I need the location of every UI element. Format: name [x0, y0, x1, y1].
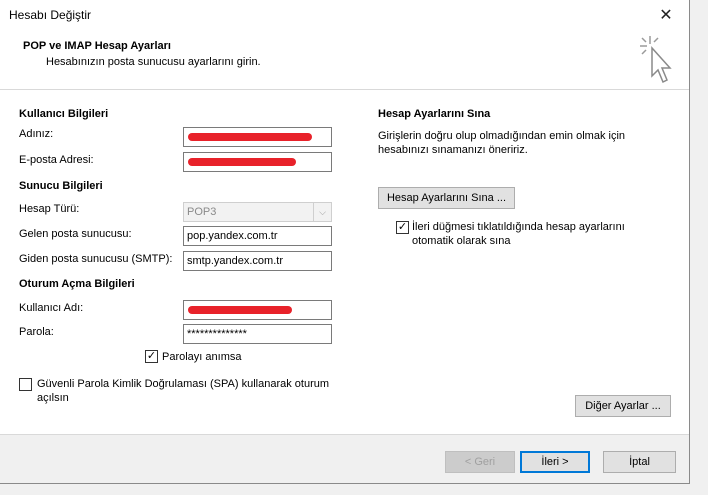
- remember-password-checkbox[interactable]: ✓: [145, 350, 158, 363]
- redaction-mark: [188, 133, 312, 141]
- cancel-button[interactable]: İptal: [603, 451, 676, 473]
- test-description-line2: hesabınızı sınamanızı öneririz.: [378, 144, 528, 156]
- auto-test-checkbox[interactable]: ✓: [396, 221, 409, 234]
- more-settings-button[interactable]: Diğer Ayarlar ...: [575, 395, 671, 417]
- incoming-server-label: Gelen posta sunucusu:: [19, 228, 132, 240]
- test-settings-heading: Hesap Ayarlarını Sına: [378, 108, 491, 120]
- email-field[interactable]: [183, 152, 332, 172]
- close-icon[interactable]: ✕: [643, 0, 689, 30]
- cursor-sparkle-icon: [640, 36, 672, 84]
- incoming-server-value: pop.yandex.com.tr: [187, 230, 278, 242]
- title-bar: Hesabı Değiştir ✕: [0, 0, 689, 30]
- window-title: Hesabı Değiştir: [9, 8, 92, 22]
- spa-checkbox[interactable]: [19, 378, 32, 391]
- chevron-down-icon: ⌵: [313, 203, 331, 221]
- spa-label-line2: açılsın: [37, 392, 69, 404]
- test-description-line1: Girişlerin doğru olup olmadığından emin …: [378, 130, 626, 142]
- logon-info-heading: Oturum Açma Bilgileri: [19, 278, 135, 290]
- user-info-heading: Kullanıcı Bilgileri: [19, 108, 109, 120]
- username-label: Kullanıcı Adı:: [19, 302, 84, 314]
- outgoing-server-label: Giden posta sunucusu (SMTP):: [19, 253, 173, 265]
- redaction-mark: [188, 306, 292, 314]
- incoming-server-field[interactable]: pop.yandex.com.tr: [183, 226, 332, 246]
- account-dialog: Hesabı Değiştir ✕ POP ve IMAP Hesap Ayar…: [0, 0, 690, 484]
- name-label: Adınız:: [19, 128, 54, 140]
- account-type-value: POP3: [187, 206, 217, 218]
- auto-test-label-line2: otomatik olarak sına: [412, 235, 511, 247]
- dialog-header: POP ve IMAP Hesap Ayarları Hesabınızın p…: [0, 30, 689, 90]
- remember-password-label: Parolayı anımsa: [162, 351, 242, 363]
- header-subtitle: Hesabınızın posta sunucusu ayarlarını gi…: [46, 56, 261, 68]
- settings-panel: Kullanıcı Bilgileri Adınız: E-posta Adre…: [0, 90, 689, 435]
- username-field[interactable]: [183, 300, 332, 320]
- next-button[interactable]: İleri >: [520, 451, 590, 473]
- spa-label-line1: Güvenli Parola Kimlik Doğrulaması (SPA) …: [37, 378, 330, 390]
- password-value: **************: [187, 328, 247, 340]
- outgoing-server-field[interactable]: smtp.yandex.com.tr: [183, 251, 332, 271]
- password-label: Parola:: [19, 326, 54, 338]
- outgoing-server-value: smtp.yandex.com.tr: [187, 255, 283, 267]
- redaction-mark: [188, 158, 296, 166]
- back-button[interactable]: < Geri: [445, 451, 515, 473]
- name-field[interactable]: [183, 127, 332, 147]
- header-title: POP ve IMAP Hesap Ayarları: [23, 40, 171, 52]
- test-account-settings-button[interactable]: Hesap Ayarlarını Sına ...: [378, 187, 515, 209]
- password-field[interactable]: **************: [183, 324, 332, 344]
- email-label: E-posta Adresi:: [19, 154, 94, 166]
- auto-test-label-line1: İleri düğmesi tıklatıldığında hesap ayar…: [412, 221, 625, 233]
- account-type-select[interactable]: POP3 ⌵: [183, 202, 332, 222]
- account-type-label: Hesap Türü:: [19, 203, 80, 215]
- server-info-heading: Sunucu Bilgileri: [19, 180, 103, 192]
